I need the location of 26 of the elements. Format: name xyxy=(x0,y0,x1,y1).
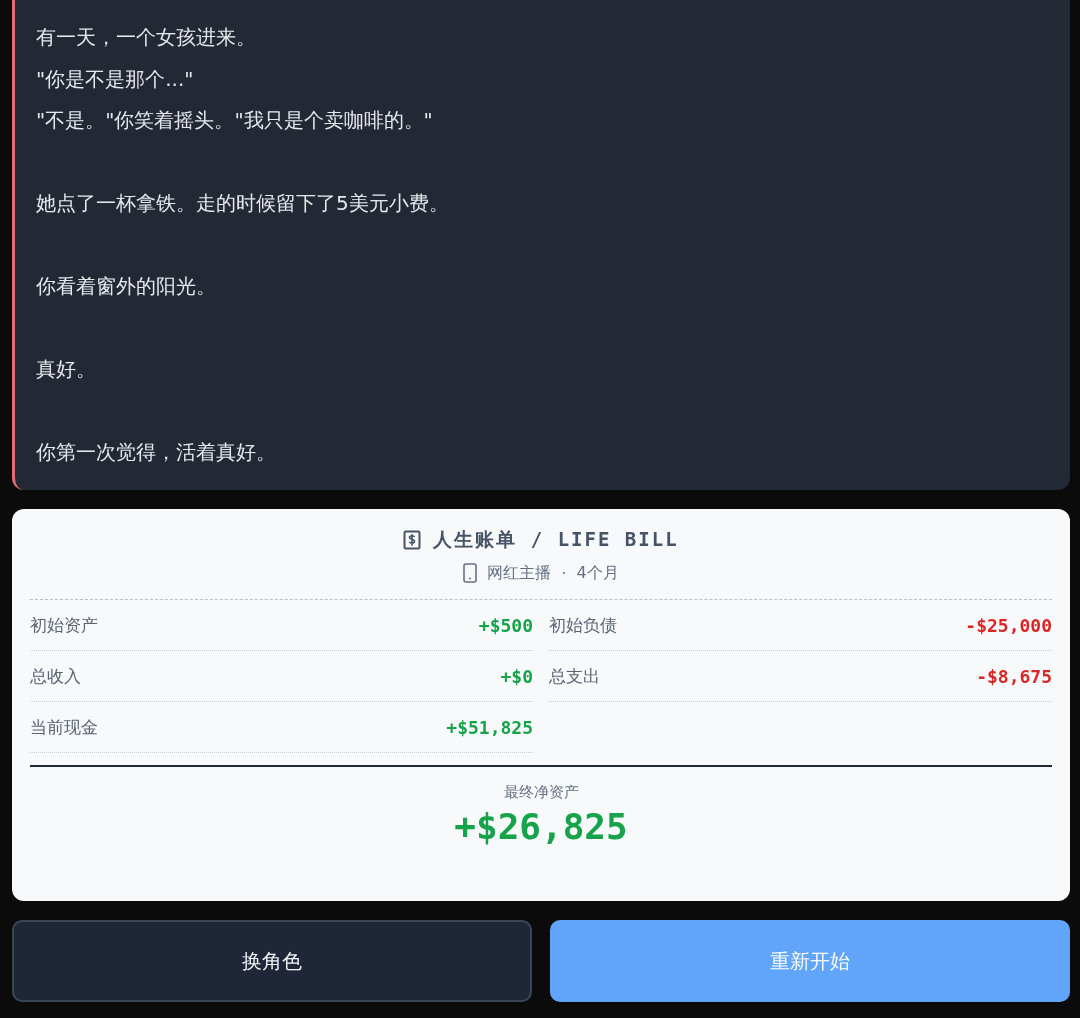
phone-icon xyxy=(463,563,478,583)
story-text: 你第一次觉得，活着真好。 xyxy=(36,439,277,466)
story-text: 你看着窗外的阳光。 xyxy=(36,273,217,300)
bill-label: 总支出 xyxy=(549,664,600,688)
change-role-button[interactable]: 换角色 xyxy=(12,920,532,1002)
bill-amount: -$8,675 xyxy=(976,665,1052,687)
separator-dot: · xyxy=(561,563,567,583)
bill-label: 初始资产 xyxy=(30,613,98,637)
bill-amount: -$25,000 xyxy=(965,614,1052,636)
net-worth-amount: +$26,825 xyxy=(454,806,628,847)
bill-amount: +$51,825 xyxy=(446,716,533,738)
dollar-icon xyxy=(403,530,422,550)
story-text: 有一天，一个女孩进来。 xyxy=(36,24,257,51)
story-text: "不是。"你笑着摇头。"我只是个卖咖啡的。" xyxy=(36,107,434,134)
story-text: 真好。 xyxy=(36,356,97,383)
bill-title: 人生账单 / LIFE BILL xyxy=(433,527,679,552)
bill-amount: +$0 xyxy=(500,665,533,687)
net-worth-label: 最终净资产 xyxy=(503,783,579,802)
role-name: 网红主播 xyxy=(487,562,552,584)
bill-amount: +$500 xyxy=(478,614,533,636)
bill-label: 初始负债 xyxy=(549,613,617,637)
story-text: 她点了一杯拿铁。走的时候留下了5美元小费。 xyxy=(36,190,450,217)
duration: 4个月 xyxy=(576,562,619,584)
story-text: "你是不是那个..." xyxy=(36,65,195,93)
bill-label: 总收入 xyxy=(30,664,81,688)
bill-label: 当前现金 xyxy=(30,715,98,739)
